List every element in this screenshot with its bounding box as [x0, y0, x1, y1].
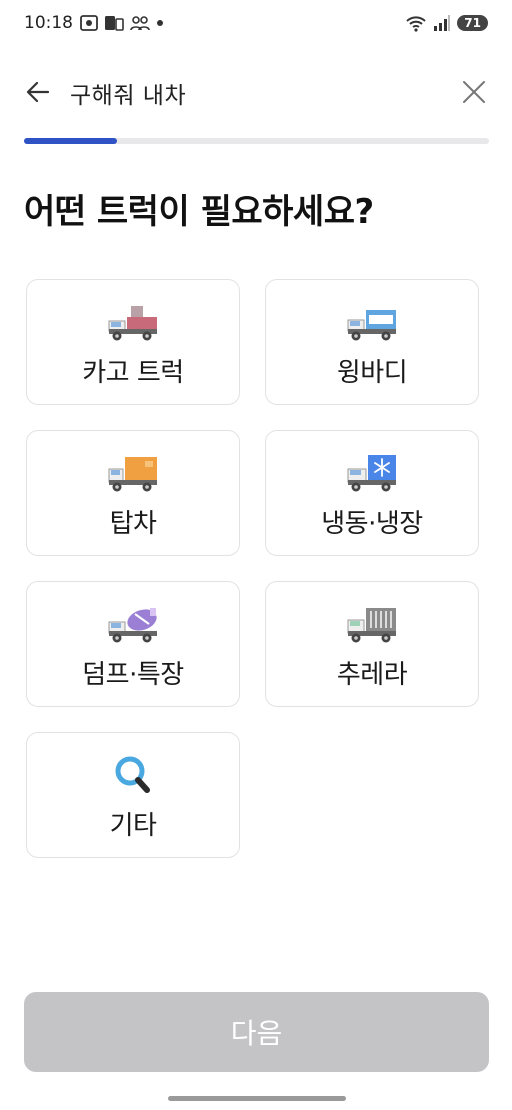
option-wingbody[interactable]: 윙바디 — [265, 279, 479, 405]
close-icon[interactable] — [458, 76, 490, 108]
question-heading: 어떤 트럭이 필요하세요? — [24, 192, 374, 232]
phone-device-icon — [105, 16, 124, 31]
option-label: 냉동·냉장 — [321, 509, 423, 539]
option-trailer[interactable]: 추레라 — [265, 581, 479, 707]
status-time: 10:18 — [24, 13, 73, 33]
option-box-truck[interactable]: 탑차 — [26, 430, 240, 556]
option-label: 기타 — [109, 811, 157, 841]
search-icon — [115, 756, 150, 793]
group-icon — [130, 16, 150, 31]
option-other[interactable]: 기타 — [26, 732, 240, 858]
option-label: 덤프·특장 — [82, 660, 184, 690]
option-cargo-truck[interactable]: 카고 트럭 — [26, 279, 240, 405]
progress-bar — [24, 138, 489, 144]
option-refrigerated[interactable]: 냉동·냉장 — [265, 430, 479, 556]
page-title: 구해줘 내차 — [70, 83, 187, 109]
app-bar: 구해줘 내차 — [0, 62, 512, 118]
trailer-truck-icon — [347, 608, 396, 643]
progress-fill — [24, 138, 117, 144]
option-label: 추레라 — [336, 660, 408, 690]
wingbody-truck-icon — [347, 310, 396, 341]
notification-icons — [80, 15, 164, 31]
dot-icon — [157, 20, 163, 26]
box-truck-icon — [108, 457, 157, 492]
signal-icon — [434, 15, 451, 31]
home-indicator[interactable] — [168, 1096, 346, 1101]
status-bar: 10:18 71 — [0, 0, 512, 50]
wifi-icon — [406, 16, 426, 32]
screenshot-icon — [80, 15, 98, 31]
system-icons: 71 — [405, 14, 488, 32]
option-label: 윙바디 — [336, 358, 408, 388]
battery-indicator: 71 — [457, 15, 488, 31]
back-arrow-icon[interactable] — [22, 76, 54, 108]
option-dump-special[interactable]: 덤프·특장 — [26, 581, 240, 707]
option-label: 탑차 — [109, 509, 157, 539]
option-label: 카고 트럭 — [82, 358, 184, 388]
next-button[interactable]: 다음 — [24, 992, 489, 1072]
refrigerated-truck-icon — [347, 455, 396, 492]
mixer-truck-icon — [108, 608, 157, 643]
cargo-truck-icon — [108, 306, 157, 341]
